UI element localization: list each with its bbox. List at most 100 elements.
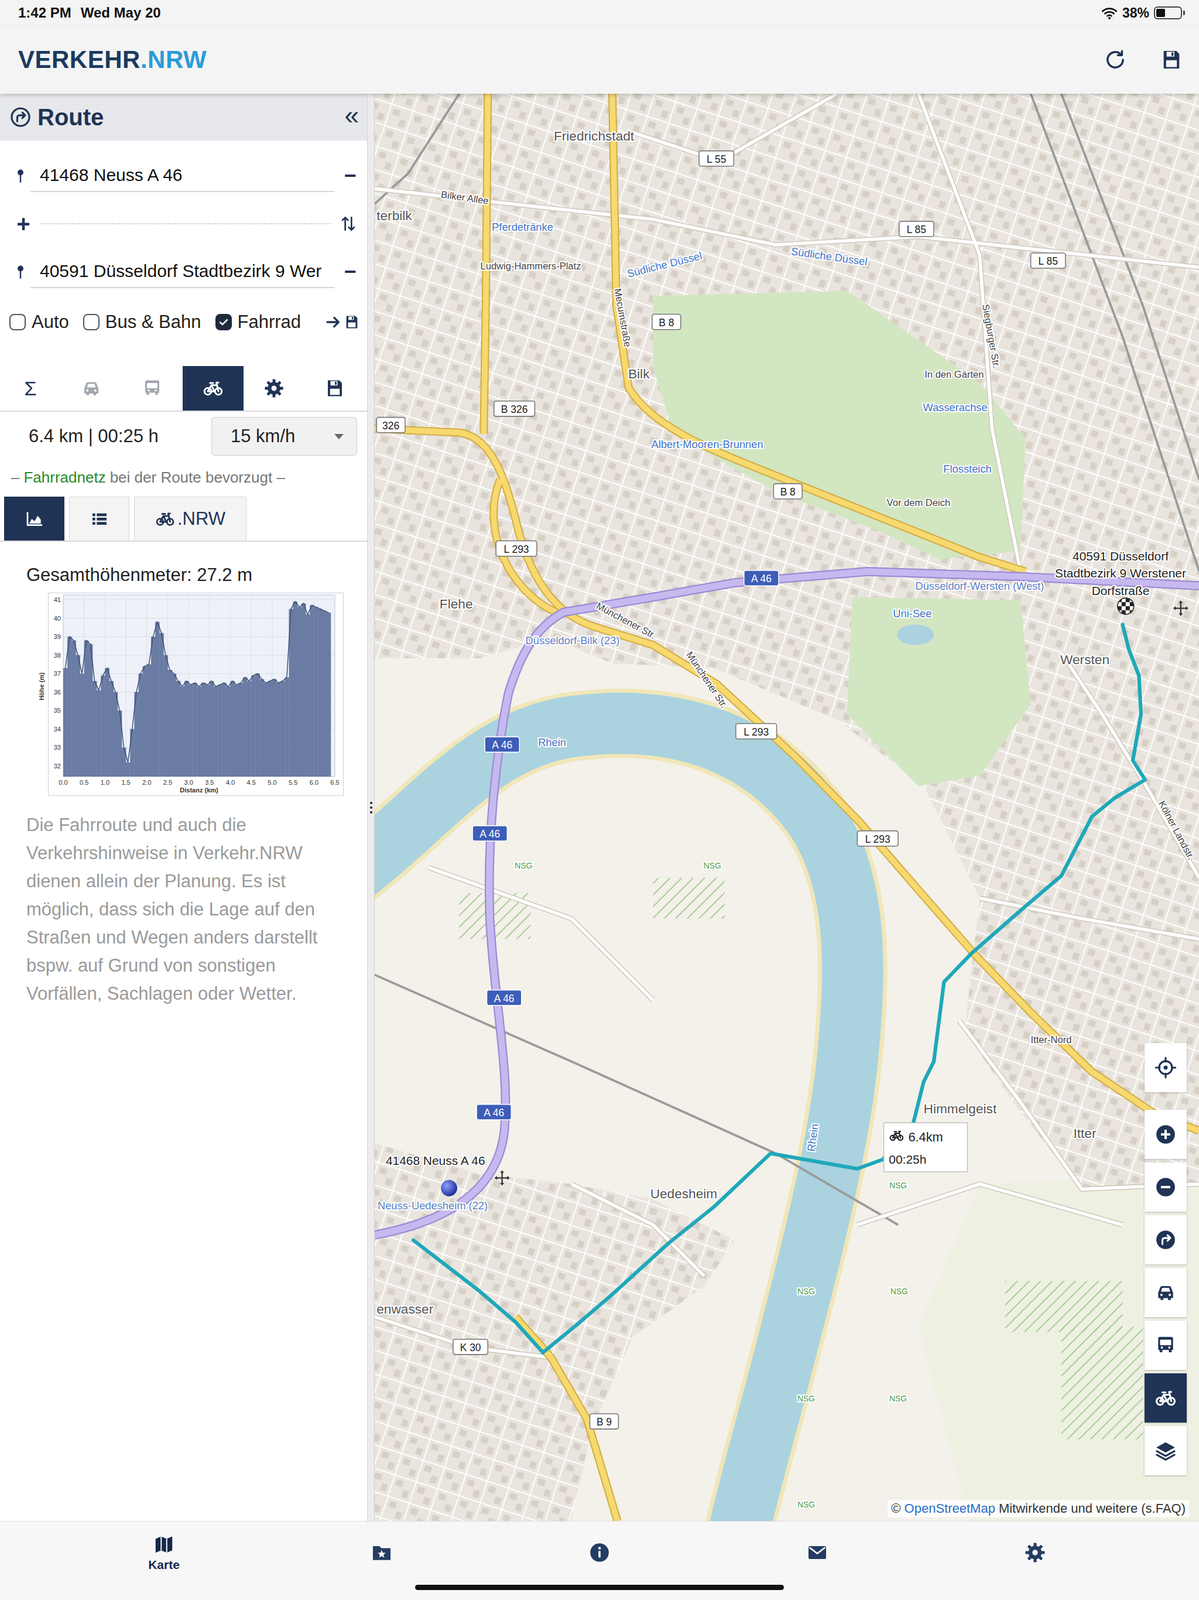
- road-shield: L 293: [495, 540, 537, 557]
- checkbox-box[interactable]: [215, 313, 232, 331]
- go-button[interactable]: [324, 313, 342, 331]
- list-view-tab[interactable]: [69, 496, 130, 541]
- y-tick: 36: [53, 688, 61, 696]
- start-marker[interactable]: [440, 1179, 458, 1197]
- elevation-bar: [100, 675, 106, 777]
- locate-button[interactable]: [1144, 1042, 1187, 1092]
- x-axis-label: Distanz (km): [179, 786, 219, 794]
- settings-tab[interactable]: [243, 365, 305, 411]
- checkbox-box[interactable]: [9, 313, 26, 331]
- nrw-view-tab[interactable]: .NRW: [134, 496, 247, 541]
- map[interactable]: L 55L 85L 85B 8B 326326B 8L 293A 46L 293…: [374, 93, 1199, 1521]
- elevation-bar: [188, 684, 194, 777]
- stop-row: 41468 Neuss A 46−: [0, 151, 368, 200]
- zoom-in-button[interactable]: [1144, 1109, 1187, 1159]
- shield-plate: [476, 1104, 512, 1120]
- main-road: [493, 479, 557, 613]
- motorway: [374, 571, 1199, 1235]
- shield-text: K 30: [460, 1341, 482, 1353]
- save-icon: [324, 377, 346, 399]
- save-tab[interactable]: [304, 365, 366, 411]
- move-icon[interactable]: [1173, 600, 1189, 616]
- map-nav-item[interactable]: Karte: [55, 1520, 273, 1600]
- car-button[interactable]: [1144, 1267, 1187, 1317]
- shield-plate: [495, 540, 537, 557]
- save-route-button[interactable]: [343, 313, 361, 331]
- grid-line: [334, 594, 336, 777]
- bike-button[interactable]: [1144, 1372, 1187, 1423]
- mode-checkbox[interactable]: Fahrrad: [215, 311, 302, 333]
- map-canvas[interactable]: L 55L 85L 85B 8B 326326B 8L 293A 46L 293…: [374, 93, 1199, 1521]
- railway: [1061, 93, 1199, 480]
- river-bank: [374, 723, 853, 1521]
- end-pin[interactable]: [1117, 597, 1135, 615]
- layers-button[interactable]: [1144, 1425, 1187, 1475]
- end-marker[interactable]: [1117, 597, 1135, 615]
- home-indicator: [415, 1584, 784, 1590]
- preference-note: –Fahrradnetzbei der Route bevorzugt –: [0, 460, 368, 494]
- road-shield: L 293: [735, 723, 777, 739]
- start-label: 41468 Neuss A 46: [385, 1153, 486, 1167]
- battery-percent: 38%: [1122, 5, 1150, 22]
- bus-icon: [1154, 1333, 1177, 1356]
- bike-tab[interactable]: [182, 365, 244, 411]
- x-tick: 1.0: [100, 778, 110, 786]
- checkbox-box[interactable]: [83, 313, 100, 331]
- route-badge[interactable]: 6.4km00:25h: [884, 1122, 968, 1172]
- panel-resizer[interactable]: [367, 93, 375, 1521]
- elevation-bar: [276, 682, 282, 777]
- mode-checkbox[interactable]: Bus & Bahn: [83, 311, 202, 333]
- nature-reserve: [1005, 1280, 1123, 1332]
- view-label: .NRW: [177, 508, 226, 530]
- swap-button[interactable]: [338, 214, 358, 234]
- elevation-bar: [225, 686, 231, 777]
- bike-icon: [202, 377, 224, 399]
- caret-icon: [334, 433, 344, 440]
- shield-plate: [376, 417, 406, 433]
- osm-link[interactable]: OpenStreetMap: [904, 1500, 996, 1516]
- sum-tab[interactable]: Σ: [0, 365, 61, 411]
- remove-stop-button[interactable]: −: [342, 261, 358, 283]
- stop-input[interactable]: 41468 Neuss A 46: [30, 159, 335, 193]
- refresh-button[interactable]: [1102, 47, 1128, 73]
- bus-button[interactable]: [1144, 1320, 1187, 1370]
- park-area: [653, 290, 1026, 559]
- sum-label: Σ: [24, 377, 37, 400]
- start-pin[interactable]: [440, 1179, 458, 1197]
- speed-dropdown[interactable]: 15 km/h: [211, 416, 358, 456]
- elevation-bar: [129, 728, 135, 777]
- water-label: Südliche Düssel: [625, 249, 704, 280]
- save-button[interactable]: [1159, 48, 1184, 72]
- arrow-right-icon: [324, 313, 342, 331]
- remove-stop-button[interactable]: −: [342, 165, 358, 187]
- x-tick: 0.5: [79, 778, 89, 786]
- add-stop-button[interactable]: +: [14, 211, 33, 236]
- elevation-bar: [180, 686, 186, 777]
- dotted-separator: [40, 223, 331, 225]
- elevation-bar: [167, 669, 173, 777]
- collapse-button[interactable]: «: [344, 102, 359, 132]
- logo[interactable]: VERKEHR.NRW: [18, 45, 207, 74]
- bus-tab[interactable]: [121, 365, 183, 411]
- chart-view-tab[interactable]: [4, 496, 65, 541]
- shield-plate: [1030, 252, 1066, 269]
- elevation-bar: [297, 607, 303, 777]
- nsg-label: NSG: [797, 1499, 815, 1509]
- info-icon: [588, 1540, 611, 1564]
- stop-input[interactable]: 40591 Düsseldorf Stadtbezirk 9 Wer: [30, 255, 335, 289]
- mode-label: Auto: [31, 311, 70, 333]
- zoom-out-button[interactable]: [1144, 1162, 1187, 1212]
- shield-text: L 85: [1038, 255, 1058, 267]
- mode-checkbox[interactable]: Auto: [9, 311, 70, 333]
- river: [374, 723, 853, 1521]
- lake: [896, 624, 934, 645]
- move-icon[interactable]: [494, 1169, 510, 1185]
- elevation-bar: [201, 682, 207, 777]
- fahrradnetz-link[interactable]: Fahrradnetz: [23, 468, 106, 487]
- main-road: [515, 1316, 618, 1521]
- elevation-bar: [176, 680, 181, 777]
- road-shield: B 8: [773, 483, 803, 499]
- car-tab[interactable]: [60, 365, 122, 411]
- settings-nav-item[interactable]: [926, 1520, 1144, 1600]
- route-button[interactable]: [1144, 1214, 1187, 1264]
